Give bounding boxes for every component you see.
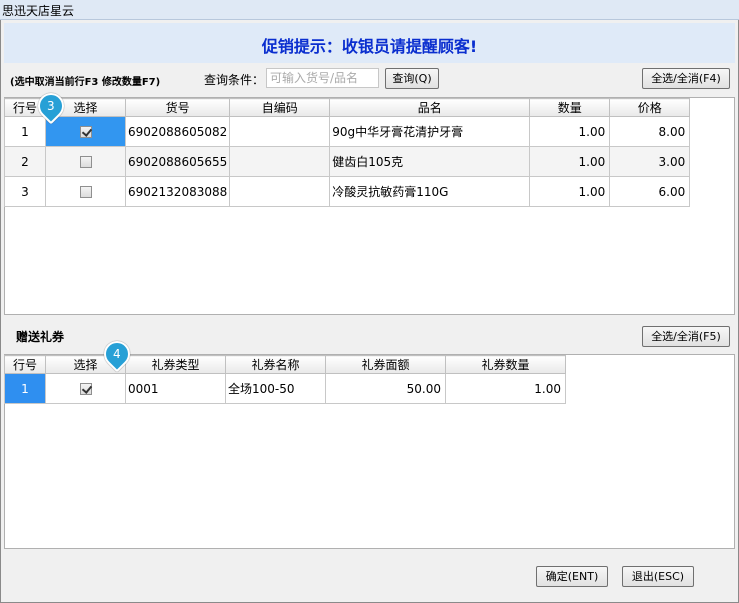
col-name[interactable]: 礼券名称 [225,355,326,374]
name-cell: 90g中华牙膏花清护牙膏 [329,116,531,147]
row-checkbox[interactable] [79,186,92,198]
select-cell[interactable] [45,176,126,207]
gift-section-label: 赠送礼券 [16,330,65,344]
price-cell: 6.00 [609,176,691,207]
row-no: 3 [4,176,46,207]
price-cell: 8.00 [609,116,691,147]
products-table: 行号 选择 货号 自编码 品名 数量 价格 1 6902088605082 90… [4,98,691,207]
query-button[interactable]: 查询(Q) [385,68,439,89]
promo-banner: 促销提示：收银员请提醒顾客! [4,23,735,63]
qty-cell: 1.00 [445,373,566,404]
select-cell[interactable] [45,373,126,404]
col-name[interactable]: 品名 [329,98,531,117]
col-code[interactable]: 货号 [124,98,231,117]
window-title: 思迅天店星云 [2,4,75,18]
self-code-cell [229,176,331,207]
query-label: 查询条件： [204,73,265,87]
type-cell: 0001 [125,373,226,404]
row-no: 1 [4,373,46,404]
select-all-products-button[interactable]: 全选/全消(F4) [642,68,730,89]
name-cell: 健齿白105克 [329,146,531,177]
exit-button[interactable]: 退出(ESC) [622,566,694,587]
col-amount[interactable]: 礼券面额 [325,355,446,374]
qty-cell[interactable]: 1.00 [529,176,611,207]
code-cell: 6902132083088 [124,176,231,207]
table-row[interactable]: 1 6902088605082 90g中华牙膏花清护牙膏 1.00 8.00 [4,116,691,147]
amount-cell: 50.00 [325,373,446,404]
self-code-cell [229,146,331,177]
row-no: 1 [4,116,46,147]
code-cell: 6902088605082 [124,116,231,147]
gift-header-row: 行号 选择 礼券类型 礼券名称 礼券面额 礼券数量 [4,355,566,374]
shortcut-hint: (选中取消当前行F3 修改数量F7) [10,77,161,88]
row-checkbox[interactable] [79,383,92,395]
self-code-cell [229,116,331,147]
col-qty[interactable]: 礼券数量 [445,355,566,374]
query-input[interactable] [266,68,379,88]
code-cell: 6902088605655 [124,146,231,177]
row-no: 2 [4,146,46,177]
col-price[interactable]: 价格 [609,98,691,117]
confirm-button[interactable]: 确定(ENT) [536,566,608,587]
name-cell: 全场100-50 [225,373,326,404]
col-qty[interactable]: 数量 [529,98,611,117]
qty-cell[interactable]: 1.00 [529,146,611,177]
col-type[interactable]: 礼券类型 [125,355,226,374]
col-row-no[interactable]: 行号 [4,355,46,374]
select-cell[interactable] [45,146,126,177]
row-checkbox[interactable] [79,156,92,168]
name-cell: 冷酸灵抗敏药膏110G [329,176,531,207]
products-header-row: 行号 选择 货号 自编码 品名 数量 价格 [4,98,691,117]
price-cell: 3.00 [609,146,691,177]
window-titlebar[interactable]: 思迅天店星云 [0,0,739,20]
select-all-gift-button[interactable]: 全选/全消(F5) [642,326,730,347]
table-row[interactable]: 1 0001 全场100-50 50.00 1.00 [4,373,566,404]
row-checkbox[interactable] [79,126,92,138]
gift-table: 行号 选择 礼券类型 礼券名称 礼券面额 礼券数量 1 0001 全场100-5… [4,355,566,404]
table-row[interactable]: 2 6902088605655 健齿白105克 1.00 3.00 [4,146,691,177]
col-self-code[interactable]: 自编码 [229,98,331,117]
promo-text: 促销提示：收银员请提醒顾客! [261,37,478,56]
table-row[interactable]: 3 6902132083088 冷酸灵抗敏药膏110G 1.00 6.00 [4,176,691,207]
qty-cell[interactable]: 1.00 [529,116,611,147]
select-cell[interactable] [45,116,126,147]
